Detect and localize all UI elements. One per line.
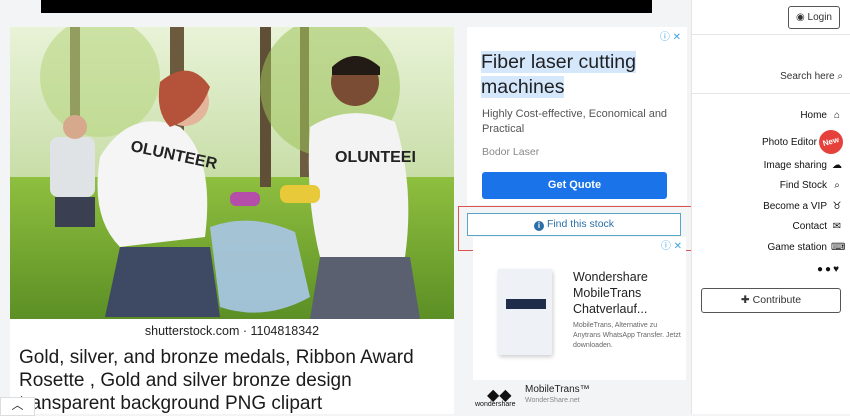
contribute-button[interactable]: ✚ Contribute (701, 288, 841, 313)
ad-title[interactable]: Wondershare MobileTrans Chatverlauf... (573, 269, 683, 317)
right-sidebar: ◉ Login Search here ⌕ Home ⌂ Photo Editor… (691, 0, 850, 414)
ad-brand: Bodor Laser (482, 146, 540, 158)
wondershare-logo-text: wondershare (475, 401, 516, 408)
sidebar-item-vip[interactable]: Become a VIP ♉ (762, 199, 843, 220)
home-icon: ⌂ (833, 110, 841, 121)
cloud-upload-icon: ☁ (832, 159, 842, 171)
video-player-bar[interactable] (41, 0, 652, 13)
photo-caption: shutterstock.com · 1104818342 (10, 319, 454, 343)
search-icon: ⌕ (837, 71, 843, 82)
get-quote-button[interactable]: Get Quote (482, 172, 667, 199)
ad-wondershare-footer[interactable]: ◆◆ wondershare MobileTrans™ WonderShare.… (473, 381, 686, 414)
ad-mobiletrans[interactable]: ⓘ ✕ Wondershare MobileTrans Chatverlauf.… (473, 237, 686, 380)
adchoices-icon[interactable]: ⓘ ✕ (660, 28, 681, 43)
sidebar-item-game-station[interactable]: Game station ⌨ (762, 240, 846, 261)
search-icon: ⌕ (834, 180, 840, 191)
twitter-icon[interactable]: ♥ (833, 264, 841, 275)
find-stock-button[interactable]: i Find this stock (467, 213, 681, 236)
ad-description: MobileTrans, Alternative zu Anytrans Wha… (573, 322, 681, 349)
facebook-icon[interactable]: ● (817, 264, 825, 275)
page-title: Gold, silver, and bronze medals, Ribbon … (19, 347, 414, 414)
adchoices-icon[interactable]: ⓘ ✕ (661, 237, 682, 252)
info-icon: i (533, 221, 544, 231)
chevron-up-icon[interactable]: ︿ (0, 397, 35, 416)
divider (692, 93, 850, 94)
sidebar-item-home[interactable]: Home ⌂ (762, 108, 843, 129)
svg-text:OLUNTEEI: OLUNTEEI (335, 149, 416, 166)
ad-headline-line2: machines (481, 76, 565, 98)
social-links: ●●♥ (817, 264, 841, 275)
stock-photo[interactable]: OLUNTEER OLUNTEEI (10, 27, 454, 319)
mail-icon: ✉ (832, 221, 842, 232)
sidebar-item-photo-editor[interactable]: Photo Editor New (762, 127, 846, 158)
ad-description: Highly Cost-effective, Economical and Pr… (482, 108, 668, 135)
search-label: Search here (780, 71, 835, 82)
sidebar-item-contact[interactable]: Contact ✉ (762, 219, 843, 240)
login-label: Login (807, 12, 832, 23)
ad-fiber-laser[interactable]: ⓘ ✕ Fiber laser cutting machines Highly … (467, 27, 687, 205)
ad-name: MobileTrans™ (525, 384, 590, 395)
divider (692, 34, 850, 35)
find-stock-label: Find this stock (546, 218, 615, 230)
medal-icon: ♉ (832, 200, 842, 212)
sidebar-item-image-sharing[interactable]: Image sharing ☁ (762, 158, 843, 179)
search-link[interactable]: Search here ⌕ (780, 71, 843, 82)
sidebar-menu: Home ⌂ Photo Editor New Image sharing ☁ Fin… (762, 108, 846, 261)
login-button[interactable]: ◉ Login (788, 6, 840, 29)
ad-headline-line1: Fiber laser cutting (481, 51, 636, 73)
gamepad-icon: ⌨ (831, 241, 846, 253)
user-icon: ◉ (796, 12, 805, 23)
ad-headline[interactable]: Fiber laser cutting machines (481, 50, 671, 100)
product-box-image (498, 269, 552, 355)
reddit-icon[interactable]: ● (825, 264, 833, 275)
contribute-label: Contribute (752, 294, 802, 306)
ad-site: WonderShare.net (525, 397, 580, 404)
plus-icon: ✚ (740, 294, 750, 306)
sidebar-item-find-stock[interactable]: Find Stock ⌕ (762, 178, 843, 199)
new-badge: New (816, 127, 846, 157)
